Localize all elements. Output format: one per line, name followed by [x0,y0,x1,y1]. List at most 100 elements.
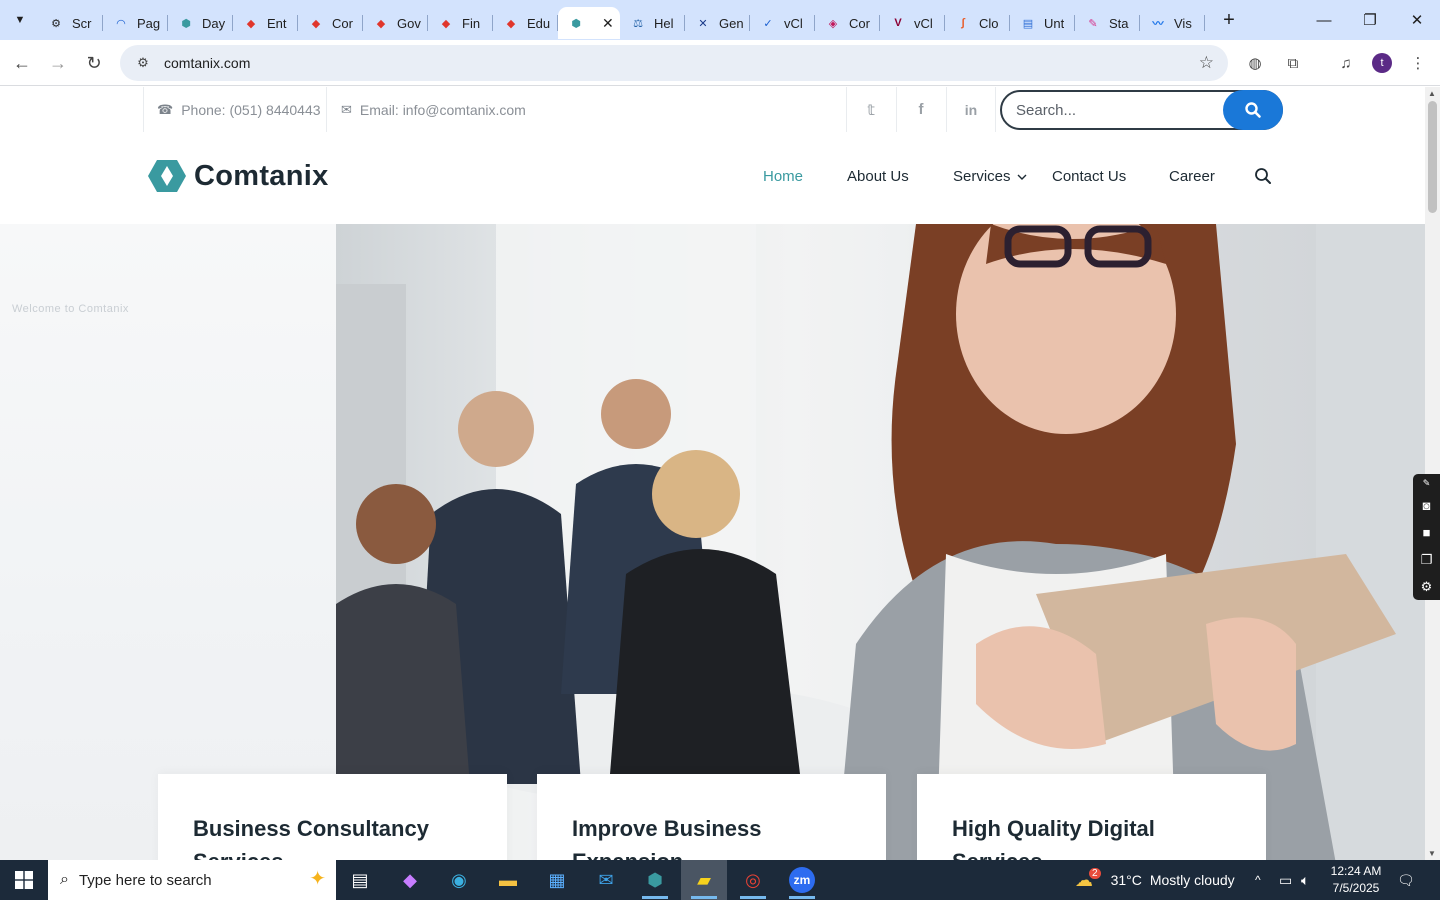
window-icon[interactable]: ❐ [1413,546,1440,573]
chrome-icon[interactable]: ◎ [730,860,776,900]
system-clock[interactable]: 12:24 AM 7/5/2025 [1318,863,1394,897]
site-search-button[interactable] [1223,90,1283,130]
browser-tab[interactable]: ⬢ ✕ [558,7,620,39]
browser-tab[interactable]: ◠ Pag [103,7,168,39]
browser-tab[interactable]: 〰 Vis [1140,7,1205,39]
browser-tab[interactable]: ✎ Sta [1075,7,1140,39]
translate-icon[interactable]: ◍ [1244,52,1266,74]
close-tab-icon[interactable]: ✕ [602,15,614,32]
hero-text-panel: Welcome to Comtanix [0,224,336,860]
brush-icon: ✎ [1088,17,1098,30]
nav-about[interactable]: About Us [847,168,909,185]
tab-label: Scr [72,15,92,31]
phone-icon: ☎ [157,101,174,117]
start-button[interactable] [0,860,48,900]
taskbar-search[interactable]: ⌕ Type here to search ✦ [48,860,336,900]
browser-tab[interactable]: ◈ Cor [815,7,880,39]
network-icon[interactable]: ▭ [1279,860,1292,900]
comtanix-logo-icon [148,160,186,192]
nav-career[interactable]: Career [1169,168,1215,185]
browser-tab[interactable]: ◆ Edu [493,7,558,39]
edge-icon[interactable]: ◉ [436,860,482,900]
browser-tab[interactable]: ◆ Gov [363,7,428,39]
nav-services[interactable]: Services [953,168,1027,185]
x-icon: ✕ [698,17,708,30]
pen-icon[interactable]: ✎ [1413,474,1440,492]
scroll-up-arrow-icon[interactable]: ▲ [1428,89,1436,98]
browser-tab[interactable]: ▤ Unt [1010,7,1075,39]
nav-home[interactable]: Home [763,168,803,185]
scroll-down-arrow-icon[interactable]: ▼ [1428,849,1436,858]
divider [995,87,996,132]
file-explorer-icon[interactable]: ▬ [485,860,531,900]
browser-tab[interactable]: ∫ Clo [945,7,1010,39]
doc-icon: ▤ [1022,17,1034,30]
email-text: Email: info@comtanix.com [359,101,526,118]
notifications-icon[interactable]: 🗨︎ [1397,860,1415,900]
mail-icon[interactable]: ✉ [583,860,629,900]
page-viewport: ☎ Phone: (051) 8440443 ✉ Email: info@com… [0,87,1425,860]
service-card-title: Business Consultancy Services [193,816,429,860]
twitter-icon[interactable]: 𝕥 [846,87,896,132]
service-card[interactable]: Business Consultancy Services [158,774,507,860]
site-info-icon[interactable]: ⚙ [128,55,158,71]
close-window-button[interactable]: ✕ [1394,0,1440,40]
site-search-input[interactable] [1016,101,1216,119]
browser-tab[interactable]: VvCl [880,7,945,39]
zoom-icon[interactable]: zm [779,860,825,900]
tab-label: Hel [654,15,674,31]
hero-slider: Welcome to Comtanix [0,224,1425,860]
store-icon[interactable]: ▦ [534,860,580,900]
browser-tab[interactable]: ⬢ Day [168,7,233,39]
media-control-icon[interactable]: ♫ [1335,52,1357,74]
scrollbar-thumb[interactable] [1428,101,1437,213]
browser-tab[interactable]: ⚖ Hel [620,7,685,39]
bookmark-star-icon[interactable]: ☆ [1199,53,1214,73]
linkedin-icon[interactable]: in [946,87,996,132]
browser-tab[interactable]: ◆ Ent [233,7,298,39]
site-logo[interactable]: Comtanix [148,159,329,193]
new-tab-button[interactable]: + [1215,6,1243,34]
tab-label: vCl [914,15,933,31]
nav-contact[interactable]: Contact Us [1052,168,1126,185]
service-card[interactable]: High Quality Digital Services [917,774,1266,860]
reload-button[interactable]: ↻ [80,49,108,77]
minimize-button[interactable]: — [1301,0,1347,40]
nav-search-button[interactable] [1254,167,1272,190]
gauge-icon: ◠ [116,17,126,30]
back-button[interactable]: ← [8,49,36,77]
sticky-notes-icon[interactable]: ▰ [681,860,727,900]
forward-button[interactable]: → [44,49,72,77]
scales-icon: ⚖ [633,17,643,30]
extensions-icon[interactable]: ⧉ [1282,52,1304,74]
browser-tab[interactable]: ✓ vCl [750,7,815,39]
browser-tab[interactable]: ◆ Cor [298,7,363,39]
facebook-icon[interactable]: f [896,87,946,132]
address-bar[interactable]: ⚙ comtanix.com ☆ [120,45,1228,81]
diamond-red-icon: ◆ [376,17,386,30]
show-hidden-icons[interactable]: ^ [1255,860,1261,900]
tab-search-button[interactable]: ▼ [6,6,34,34]
browser-tab[interactable]: ⚙ Scr [38,7,103,39]
video-icon[interactable]: ■ [1413,519,1440,546]
browser-tab[interactable]: ✕ Gen [685,7,750,39]
service-card-title: Improve Business Expansion [572,816,762,860]
volume-icon[interactable]: 🔈︎ [1301,860,1309,900]
copilot-icon[interactable]: ◆ [387,860,433,900]
task-view-icon[interactable]: ▤ [337,860,383,900]
settings-gear-icon[interactable]: ⚙ [1413,573,1440,600]
restore-button[interactable]: ❐ [1347,0,1393,40]
comtanix-app-icon[interactable]: ⬢ [632,860,678,900]
tab-label: Ent [267,15,287,31]
diamond-red-icon: ◆ [246,17,256,30]
profile-avatar[interactable]: t [1372,53,1392,73]
browser-tab[interactable]: ◆ Fin [428,7,493,39]
menu-kebab-icon[interactable]: ⋮ [1407,52,1429,74]
weather-widget[interactable]: ☁ 2 31°C Mostly cloudy [1075,860,1235,900]
url-text: comtanix.com [164,55,251,71]
taskbar-search-placeholder: Type here to search [78,871,212,889]
service-card[interactable]: Improve Business Expansion [537,774,886,860]
top-info-bar: ☎ Phone: (051) 8440443 ✉ Email: info@com… [0,87,1425,132]
search-icon [1255,168,1271,184]
camera-icon[interactable]: ◙ [1413,492,1440,519]
